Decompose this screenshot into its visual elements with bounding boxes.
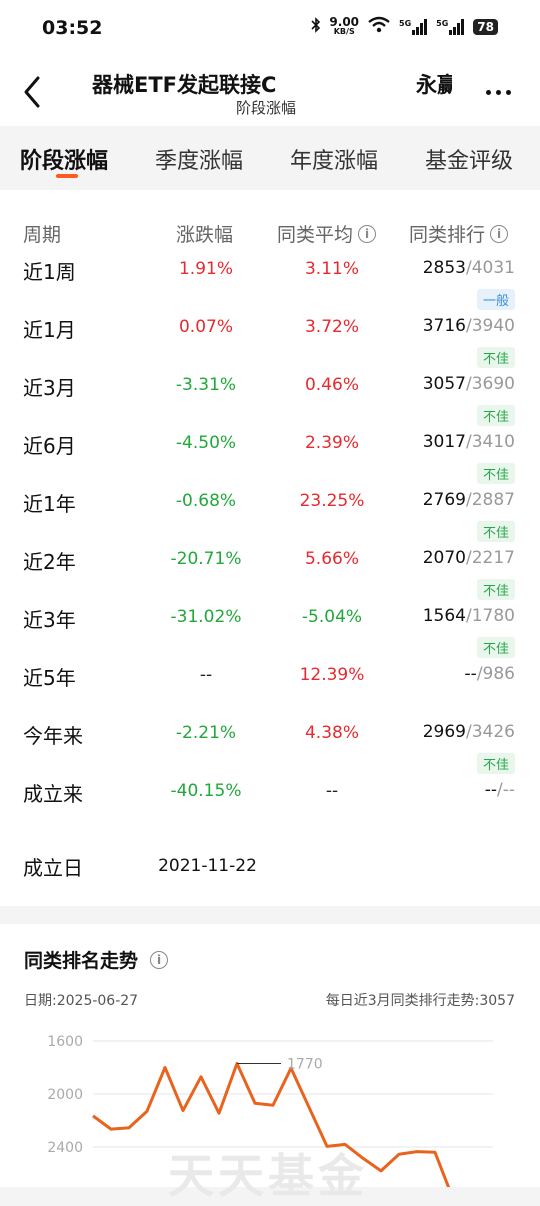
change-value: -4.50% bbox=[175, 433, 237, 453]
y-tick-label: 2400 bbox=[47, 1140, 83, 1156]
bluetooth-icon bbox=[311, 17, 321, 36]
rating-badge: 不佳 bbox=[476, 463, 515, 484]
info-icon[interactable]: i bbox=[358, 224, 377, 243]
period-label: 近1月 bbox=[23, 318, 76, 342]
inception-label: 成立日 bbox=[23, 856, 83, 880]
more-button[interactable] bbox=[486, 90, 511, 95]
signal-icon-2: 5G bbox=[436, 18, 465, 35]
change-value: -- bbox=[199, 665, 213, 685]
inception-row: 成立日 2021-11-22 bbox=[0, 852, 540, 910]
header-period: 周期 bbox=[23, 224, 62, 246]
back-button[interactable] bbox=[16, 72, 52, 112]
peer-rank-value: 2853/4031 bbox=[422, 258, 515, 278]
table-row: 近5年 -- 12.39% --/986 bbox=[0, 662, 540, 720]
period-label: 近3年 bbox=[23, 608, 76, 632]
peer-rank-value: 3057/3690 bbox=[422, 374, 515, 394]
rating-badge: 不佳 bbox=[476, 579, 515, 600]
peer-rank-value: 3017/3410 bbox=[422, 432, 515, 452]
table-row: 近3月 -3.31% 0.46% 3057/3690 不佳 bbox=[0, 372, 540, 430]
battery-indicator: 78 bbox=[473, 18, 498, 35]
change-value: -0.68% bbox=[175, 491, 237, 511]
watermark-text: 天天基金 bbox=[168, 1149, 368, 1203]
y-tick-label: 1600 bbox=[47, 1034, 83, 1050]
rating-badge: 一般 bbox=[476, 289, 515, 310]
peer-rank-value: 3716/3940 bbox=[422, 316, 515, 336]
table-row: 今年来 -2.21% 4.38% 2969/3426 不佳 bbox=[0, 720, 540, 778]
change-value: -2.21% bbox=[175, 723, 237, 743]
peer-rank-value: 2969/3426 bbox=[422, 722, 515, 742]
rating-badge: 不佳 bbox=[476, 405, 515, 426]
peer-rank-value: --/-- bbox=[484, 780, 515, 800]
change-value: 1.91% bbox=[178, 259, 233, 279]
peer-rank-value: 2070/2217 bbox=[422, 548, 515, 568]
peer-avg-value: 4.38% bbox=[304, 723, 359, 743]
more-dots-icon bbox=[486, 90, 491, 95]
period-label: 今年来 bbox=[23, 724, 83, 748]
period-label: 近6月 bbox=[23, 434, 76, 458]
tab-bar: 阶段涨幅 季度涨幅 年度涨幅 基金评级 bbox=[0, 126, 540, 190]
table-row: 近3年 -31.02% -5.04% 1564/1780 不佳 bbox=[0, 604, 540, 662]
tab-fund-rating[interactable]: 基金评级 bbox=[425, 143, 513, 175]
peer-avg-value: 3.72% bbox=[304, 317, 359, 337]
peer-avg-value: 2.39% bbox=[304, 433, 359, 453]
status-time: 03:52 bbox=[42, 17, 103, 39]
chevron-left-icon bbox=[24, 76, 40, 108]
page-subtitle: 阶段涨幅 bbox=[236, 99, 297, 117]
header-peer-avg[interactable]: 同类平均 i bbox=[277, 220, 377, 247]
change-value: -20.71% bbox=[170, 549, 242, 569]
peer-rank-value: 2769/2887 bbox=[422, 490, 515, 510]
annotation-label: 1770 bbox=[287, 1057, 323, 1073]
returns-table: 周期 涨跌幅 同类平均 i 同类排行 i 近1周 1.91% 3.11% 2853/4… bbox=[0, 190, 540, 906]
peer-rank-value: --/986 bbox=[464, 664, 515, 684]
status-icons: 9.00 KB/S 5G 5G 78 bbox=[311, 16, 498, 37]
tab-quarterly-returns[interactable]: 季度涨幅 bbox=[155, 143, 243, 175]
table-row: 成立来 -40.15% -- --/-- bbox=[0, 778, 540, 836]
rating-badge: 不佳 bbox=[476, 637, 515, 658]
peer-avg-value: 12.39% bbox=[299, 665, 365, 685]
rating-badge: 不佳 bbox=[476, 753, 515, 774]
signal-icon-1: 5G bbox=[399, 18, 428, 35]
peer-avg-value: 23.25% bbox=[299, 491, 365, 511]
inception-date: 2021-11-22 bbox=[158, 856, 257, 876]
peer-avg-value: 5.66% bbox=[304, 549, 359, 569]
change-value: -3.31% bbox=[175, 375, 237, 395]
period-label: 近2年 bbox=[23, 550, 76, 574]
header-change: 涨跌幅 bbox=[176, 224, 234, 246]
fund-title: 器械ETF发起联接C bbox=[92, 73, 277, 97]
period-label: 近1年 bbox=[23, 492, 76, 516]
status-bar: 03:52 9.00 KB/S 5G 5G 78 bbox=[0, 0, 540, 60]
peer-avg-value: 0.46% bbox=[304, 375, 359, 395]
change-value: -31.02% bbox=[170, 607, 242, 627]
peer-avg-value: -5.04% bbox=[301, 607, 363, 627]
period-label: 近5年 bbox=[23, 666, 76, 690]
table-row: 近2年 -20.71% 5.66% 2070/2217 不佳 bbox=[0, 546, 540, 604]
wifi-icon bbox=[367, 16, 391, 37]
period-label: 成立来 bbox=[23, 782, 83, 806]
tab-annual-returns[interactable]: 年度涨幅 bbox=[290, 143, 378, 175]
fund-header: 器械ETF发起联接C 阶段涨幅 永赢 bbox=[0, 60, 540, 126]
net-speed: 9.00 KB/S bbox=[329, 14, 360, 36]
info-icon[interactable]: i bbox=[490, 224, 509, 243]
period-label: 近3月 bbox=[23, 376, 76, 400]
peer-rank-value: 1564/1780 bbox=[422, 606, 515, 626]
y-tick-label: 2000 bbox=[47, 1087, 83, 1103]
header-peer-rank[interactable]: 同类排行 i bbox=[409, 220, 509, 247]
change-value: 0.07% bbox=[178, 317, 233, 337]
table-row: 近1周 1.91% 3.11% 2853/4031 一般 bbox=[0, 256, 540, 314]
table-row: 近1年 -0.68% 23.25% 2769/2887 不佳 bbox=[0, 488, 540, 546]
peer-avg-value: -- bbox=[325, 781, 339, 801]
rating-badge: 不佳 bbox=[476, 521, 515, 542]
rating-badge: 不佳 bbox=[476, 347, 515, 368]
active-tab-indicator bbox=[56, 174, 78, 178]
period-label: 近1周 bbox=[23, 260, 76, 284]
tab-stage-returns[interactable]: 阶段涨幅 bbox=[20, 143, 108, 175]
peer-avg-value: 3.11% bbox=[304, 259, 359, 279]
table-row: 近1月 0.07% 3.72% 3716/3940 不佳 bbox=[0, 314, 540, 372]
table-row: 近6月 -4.50% 2.39% 3017/3410 不佳 bbox=[0, 430, 540, 488]
change-value: -40.15% bbox=[170, 781, 242, 801]
fund-company[interactable]: 永赢 bbox=[416, 69, 452, 99]
